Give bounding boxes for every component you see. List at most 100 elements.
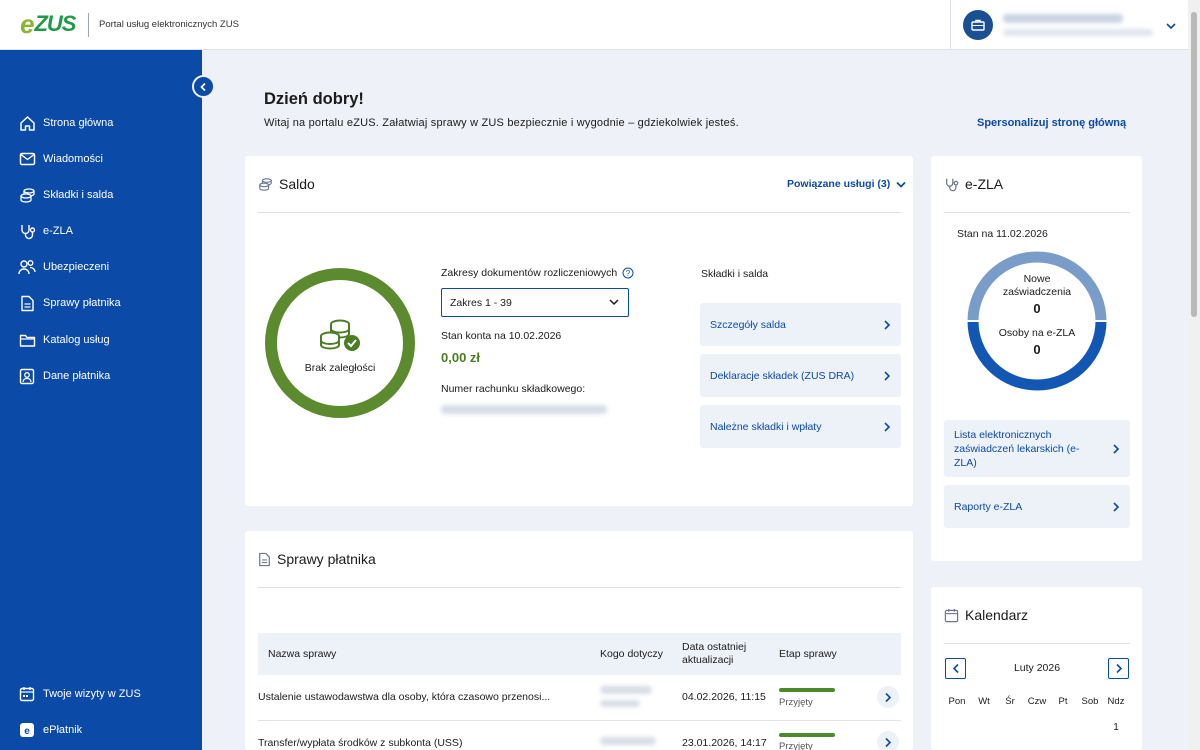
chevron-right-icon: [885, 692, 892, 702]
persons-on-ezla-label: Osoby na e-ZLA: [998, 327, 1076, 339]
new-certificates-value: 0: [1033, 301, 1041, 316]
account-balance-value: 0,00 zł: [441, 350, 481, 365]
open-case-button[interactable]: [877, 731, 899, 750]
sidebar-item-visits[interactable]: Twoje wizyty w ZUS: [18, 683, 141, 705]
sidebar-item-payer-data[interactable]: Dane płatnika: [18, 365, 110, 387]
sidebar-item-payer-cases[interactable]: Sprawy płatnika: [18, 292, 121, 314]
previous-month-button[interactable]: [945, 658, 966, 679]
payer-cases-title: Sprawy płatnika: [258, 551, 376, 567]
sidebar-item-eplatnik[interactable]: e ePłatnik: [18, 719, 82, 741]
sidebar-collapse-button[interactable]: [192, 75, 215, 98]
chevron-left-icon: [952, 663, 959, 674]
document-icon: [18, 294, 36, 312]
case-stage: Przyjęty: [779, 697, 813, 708]
chevron-down-icon: [609, 299, 619, 306]
sidebar-item-service-catalog[interactable]: Katalog usług: [18, 329, 110, 351]
sidebar-item-ezla[interactable]: e-ZLA: [18, 220, 73, 242]
ezla-title: e-ZLA: [944, 176, 1003, 192]
chevron-right-icon: [1113, 501, 1120, 512]
case-updated: 04.02.2026, 11:15: [682, 691, 766, 703]
due-contributions-button[interactable]: Należne składki i wpłaty: [700, 405, 901, 448]
persons-on-ezla-value: 0: [1033, 342, 1041, 357]
ezla-divider: [944, 212, 1130, 213]
home-icon: [18, 114, 36, 132]
dra-declarations-button[interactable]: Deklaracje składek (ZUS DRA): [700, 354, 901, 397]
calendar-divider: [944, 643, 1130, 644]
personalize-link[interactable]: Spersonalizuj stronę główną: [977, 117, 1126, 129]
chevron-right-icon: [1115, 663, 1122, 674]
chevron-left-icon: [200, 82, 206, 91]
chevron-down-icon[interactable]: [1165, 18, 1177, 36]
weekday-wed: Śr: [1005, 696, 1015, 707]
weekday-thu: Czw: [1027, 696, 1047, 707]
scrollbar-thumb[interactable]: [1191, 12, 1197, 317]
weekday-sat: Sob: [1081, 696, 1099, 707]
stage-progress-bar: [779, 688, 835, 692]
ranges-label: Zakresy dokumentów rozliczeniowych: [441, 267, 618, 279]
balance-status-label: Brak zaległości: [304, 362, 376, 374]
next-month-button[interactable]: [1108, 658, 1129, 679]
chevron-down-icon: [896, 181, 906, 188]
sidebar-item-contributions[interactable]: Składki i salda: [18, 184, 113, 206]
mail-icon: [18, 150, 36, 168]
calendar-icon: [944, 608, 959, 623]
column-header-concerns: Kogo dotyczy: [600, 648, 664, 660]
sidebar: Strona główna Wiadomości Składki i salda…: [0, 50, 202, 750]
calendar-month: Luty 2026: [1013, 662, 1061, 674]
top-header: e ZUS Portal usług elektronicznych ZUS: [0, 0, 1188, 50]
account-number-redacted: [441, 405, 607, 414]
help-icon[interactable]: ?: [622, 266, 634, 284]
saldo-title: Saldo: [258, 176, 315, 192]
coins-check-icon: [316, 318, 362, 357]
balance-details-button[interactable]: Szczegóły salda: [700, 303, 901, 346]
user-details-redacted: [1003, 29, 1153, 36]
weekday-fri: Pt: [1058, 696, 1068, 707]
case-stage: Przyjęty: [779, 741, 813, 750]
case-person-redacted: [600, 686, 652, 694]
sidebar-item-messages[interactable]: Wiadomości: [18, 148, 103, 170]
ezla-state-label: Stan na 11.02.2026: [957, 228, 1048, 240]
case-person-redacted: [600, 737, 656, 745]
portal-title: Portal usług elektronicznych ZUS: [99, 19, 239, 30]
eplatnik-icon: e: [18, 721, 36, 739]
people-icon: [18, 258, 36, 276]
column-header-updated: Data ostatniej aktualizacji: [682, 641, 747, 666]
user-name-redacted: [1003, 14, 1123, 23]
svg-text:?: ?: [626, 269, 631, 278]
document-icon: [258, 552, 271, 567]
related-services-dropdown[interactable]: Powiązane usługi (3): [787, 178, 907, 190]
ezla-certificates-list-button[interactable]: Lista elektronicznych zaświadczeń lekars…: [944, 420, 1130, 477]
svg-text:e: e: [24, 726, 30, 737]
chevron-right-icon: [885, 737, 892, 747]
sidebar-item-insured[interactable]: Ubezpieczeni: [18, 256, 109, 278]
logo-divider: [88, 13, 89, 37]
user-account-menu[interactable]: [950, 0, 1188, 50]
ezla-reports-button[interactable]: Raporty e-ZLA: [944, 485, 1130, 528]
page-scrollbar[interactable]: [1188, 0, 1200, 750]
stethoscope-icon: [944, 177, 959, 192]
ezus-logo[interactable]: e ZUS: [20, 9, 76, 39]
id-card-icon: [18, 367, 36, 385]
new-certificates-label: Nowe zaświadczenia: [1002, 273, 1072, 298]
weekday-sun: Ndz: [1107, 696, 1125, 707]
calendar-day[interactable]: 1: [1103, 722, 1129, 733]
sidebar-item-home[interactable]: Strona główna: [18, 112, 113, 134]
coins-icon: [258, 177, 273, 192]
open-case-button[interactable]: [877, 686, 899, 708]
column-header-name: Nazwa sprawy: [268, 648, 337, 660]
calendar-icon: [18, 685, 36, 703]
folder-icon: [18, 331, 36, 349]
range-select[interactable]: Zakres 1 - 39: [441, 288, 629, 317]
row-divider: [258, 720, 901, 721]
chevron-right-icon: [884, 370, 891, 381]
chevron-right-icon: [1113, 443, 1120, 454]
ezla-donut: [967, 251, 1107, 391]
saldo-divider: [258, 212, 901, 213]
column-header-stage: Etap sprawy: [779, 648, 837, 660]
stage-progress-bar: [779, 733, 835, 737]
chevron-right-icon: [884, 421, 891, 432]
case-updated: 23.01.2026, 14:17: [682, 737, 767, 749]
case-name: Ustalenie ustawodawstwa dla osoby, która…: [258, 691, 551, 703]
welcome-text: Witaj na portalu eZUS. Załatwiaj sprawy …: [264, 117, 739, 129]
case-name: Transfer/wypłata środków z subkonta (USS…: [258, 737, 463, 749]
